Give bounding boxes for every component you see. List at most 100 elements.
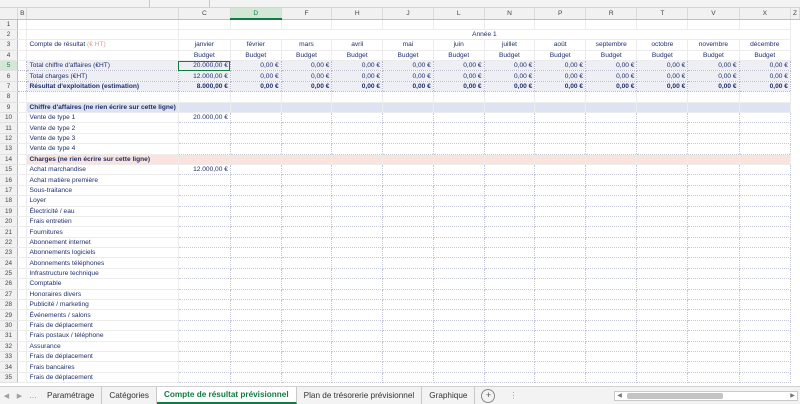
row-header[interactable]: 1 xyxy=(0,19,19,30)
budget-input-cell[interactable] xyxy=(585,320,638,332)
budget-input-cell[interactable] xyxy=(739,237,791,249)
column-header[interactable]: X xyxy=(739,8,791,20)
column-header[interactable]: T xyxy=(636,8,689,20)
budget-input-cell[interactable] xyxy=(636,299,689,311)
budget-input-cell[interactable] xyxy=(433,143,485,155)
column-header[interactable]: V xyxy=(687,8,740,20)
row-header[interactable]: 33 xyxy=(0,351,19,363)
total-value-cell[interactable]: 0,00 € xyxy=(281,81,333,93)
budget-input-cell[interactable] xyxy=(534,122,587,134)
budget-input-cell[interactable] xyxy=(484,289,536,301)
budget-input-cell[interactable] xyxy=(281,309,333,321)
budget-input-cell[interactable] xyxy=(433,372,485,384)
budget-input-cell[interactable] xyxy=(534,143,587,155)
budget-input-cell[interactable] xyxy=(382,351,434,363)
budget-input-cell[interactable] xyxy=(636,237,689,249)
budget-input-cell[interactable] xyxy=(331,289,384,301)
budget-input-cell[interactable] xyxy=(382,216,434,228)
budget-input-cell[interactable] xyxy=(382,206,434,217)
budget-input-cell[interactable] xyxy=(636,268,689,280)
budget-input-cell[interactable] xyxy=(230,122,282,134)
budget-input-cell[interactable] xyxy=(484,185,536,197)
section-cell[interactable] xyxy=(433,102,485,114)
budget-input-cell[interactable] xyxy=(484,226,536,238)
total-value-cell[interactable]: 0,00 € xyxy=(230,70,282,82)
budget-input-cell[interactable] xyxy=(178,289,231,301)
sheet-tab[interactable]: Paramétrage xyxy=(40,386,103,404)
budget-input-cell[interactable] xyxy=(534,206,587,217)
budget-input-cell[interactable] xyxy=(281,361,333,373)
budget-input-cell[interactable] xyxy=(281,206,333,217)
budget-input-cell[interactable] xyxy=(585,341,638,353)
cell-b[interactable] xyxy=(17,143,28,155)
budget-input-cell[interactable] xyxy=(230,257,282,269)
budget-input-cell[interactable] xyxy=(636,185,689,197)
budget-input-cell[interactable] xyxy=(585,237,638,249)
budget-input-cell[interactable] xyxy=(687,185,740,197)
more-tabs-icon[interactable]: … xyxy=(26,391,40,400)
section-cell[interactable] xyxy=(230,154,282,165)
budget-input-cell[interactable] xyxy=(534,195,587,207)
budget-input-cell[interactable] xyxy=(534,341,587,353)
budget-input-cell[interactable] xyxy=(382,341,434,353)
section-cell[interactable] xyxy=(382,102,434,114)
column-header[interactable]: H xyxy=(331,8,384,20)
cell-b[interactable] xyxy=(17,112,28,124)
budget-input-cell[interactable] xyxy=(484,257,536,269)
budget-input-cell[interactable] xyxy=(433,216,485,228)
budget-input-cell[interactable] xyxy=(331,226,384,238)
budget-input-cell[interactable] xyxy=(382,164,434,176)
section-cell[interactable] xyxy=(585,154,638,165)
budget-input-cell[interactable] xyxy=(534,216,587,228)
budget-input-cell[interactable] xyxy=(382,247,434,259)
budget-input-cell[interactable] xyxy=(739,278,791,290)
budget-input-cell[interactable] xyxy=(484,341,536,353)
budget-input-cell[interactable] xyxy=(484,268,536,280)
cell-label[interactable] xyxy=(26,19,179,30)
cell[interactable] xyxy=(281,91,333,103)
budget-input-cell[interactable] xyxy=(687,361,740,373)
budget-input-cell[interactable] xyxy=(687,216,740,228)
cell-b[interactable] xyxy=(17,195,28,207)
budget-input-cell[interactable] xyxy=(230,143,282,155)
budget-input-cell[interactable] xyxy=(331,372,384,384)
column-header[interactable]: B xyxy=(17,8,28,20)
budget-input-cell[interactable] xyxy=(281,289,333,301)
budget-input-cell[interactable] xyxy=(331,309,384,321)
budget-input-cell[interactable] xyxy=(534,133,587,145)
budget-input-cell[interactable] xyxy=(178,341,231,353)
budget-input-cell[interactable] xyxy=(739,174,791,186)
budget-input-cell[interactable] xyxy=(331,237,384,249)
budget-input-cell[interactable] xyxy=(687,133,740,145)
budget-input-cell[interactable] xyxy=(585,268,638,280)
budget-input-cell[interactable]: 20.000,00 € xyxy=(178,112,231,124)
budget-input-cell[interactable] xyxy=(382,330,434,342)
sheet-tab[interactable]: Compte de résultat prévisionnel xyxy=(156,386,297,404)
budget-input-cell[interactable] xyxy=(433,361,485,373)
cell-b[interactable] xyxy=(17,122,28,134)
total-value-cell[interactable]: 0,00 € xyxy=(484,70,536,82)
budget-input-cell[interactable] xyxy=(585,289,638,301)
budget-input-cell[interactable] xyxy=(534,257,587,269)
cell[interactable] xyxy=(484,19,536,30)
budget-input-cell[interactable] xyxy=(585,133,638,145)
cell[interactable] xyxy=(382,91,434,103)
row-header[interactable]: 18 xyxy=(0,195,19,207)
budget-input-cell[interactable] xyxy=(230,185,282,197)
total-value-cell[interactable]: 0,00 € xyxy=(484,60,536,72)
budget-input-cell[interactable] xyxy=(433,226,485,238)
total-value-cell[interactable]: 0,00 € xyxy=(433,70,485,82)
budget-input-cell[interactable] xyxy=(687,257,740,269)
total-value-cell[interactable]: 0,00 € xyxy=(534,70,587,82)
column-header[interactable]: C xyxy=(178,8,231,20)
budget-input-cell[interactable] xyxy=(687,330,740,342)
budget-input-cell[interactable] xyxy=(230,320,282,332)
cell[interactable] xyxy=(687,91,740,103)
budget-input-cell[interactable] xyxy=(687,247,740,259)
total-value-cell[interactable]: 0,00 € xyxy=(636,70,689,82)
cell[interactable] xyxy=(585,19,638,30)
scroll-right-icon[interactable]: ▶ xyxy=(788,392,797,400)
budget-input-cell[interactable] xyxy=(382,143,434,155)
budget-input-cell[interactable] xyxy=(739,257,791,269)
budget-input-cell[interactable] xyxy=(382,361,434,373)
